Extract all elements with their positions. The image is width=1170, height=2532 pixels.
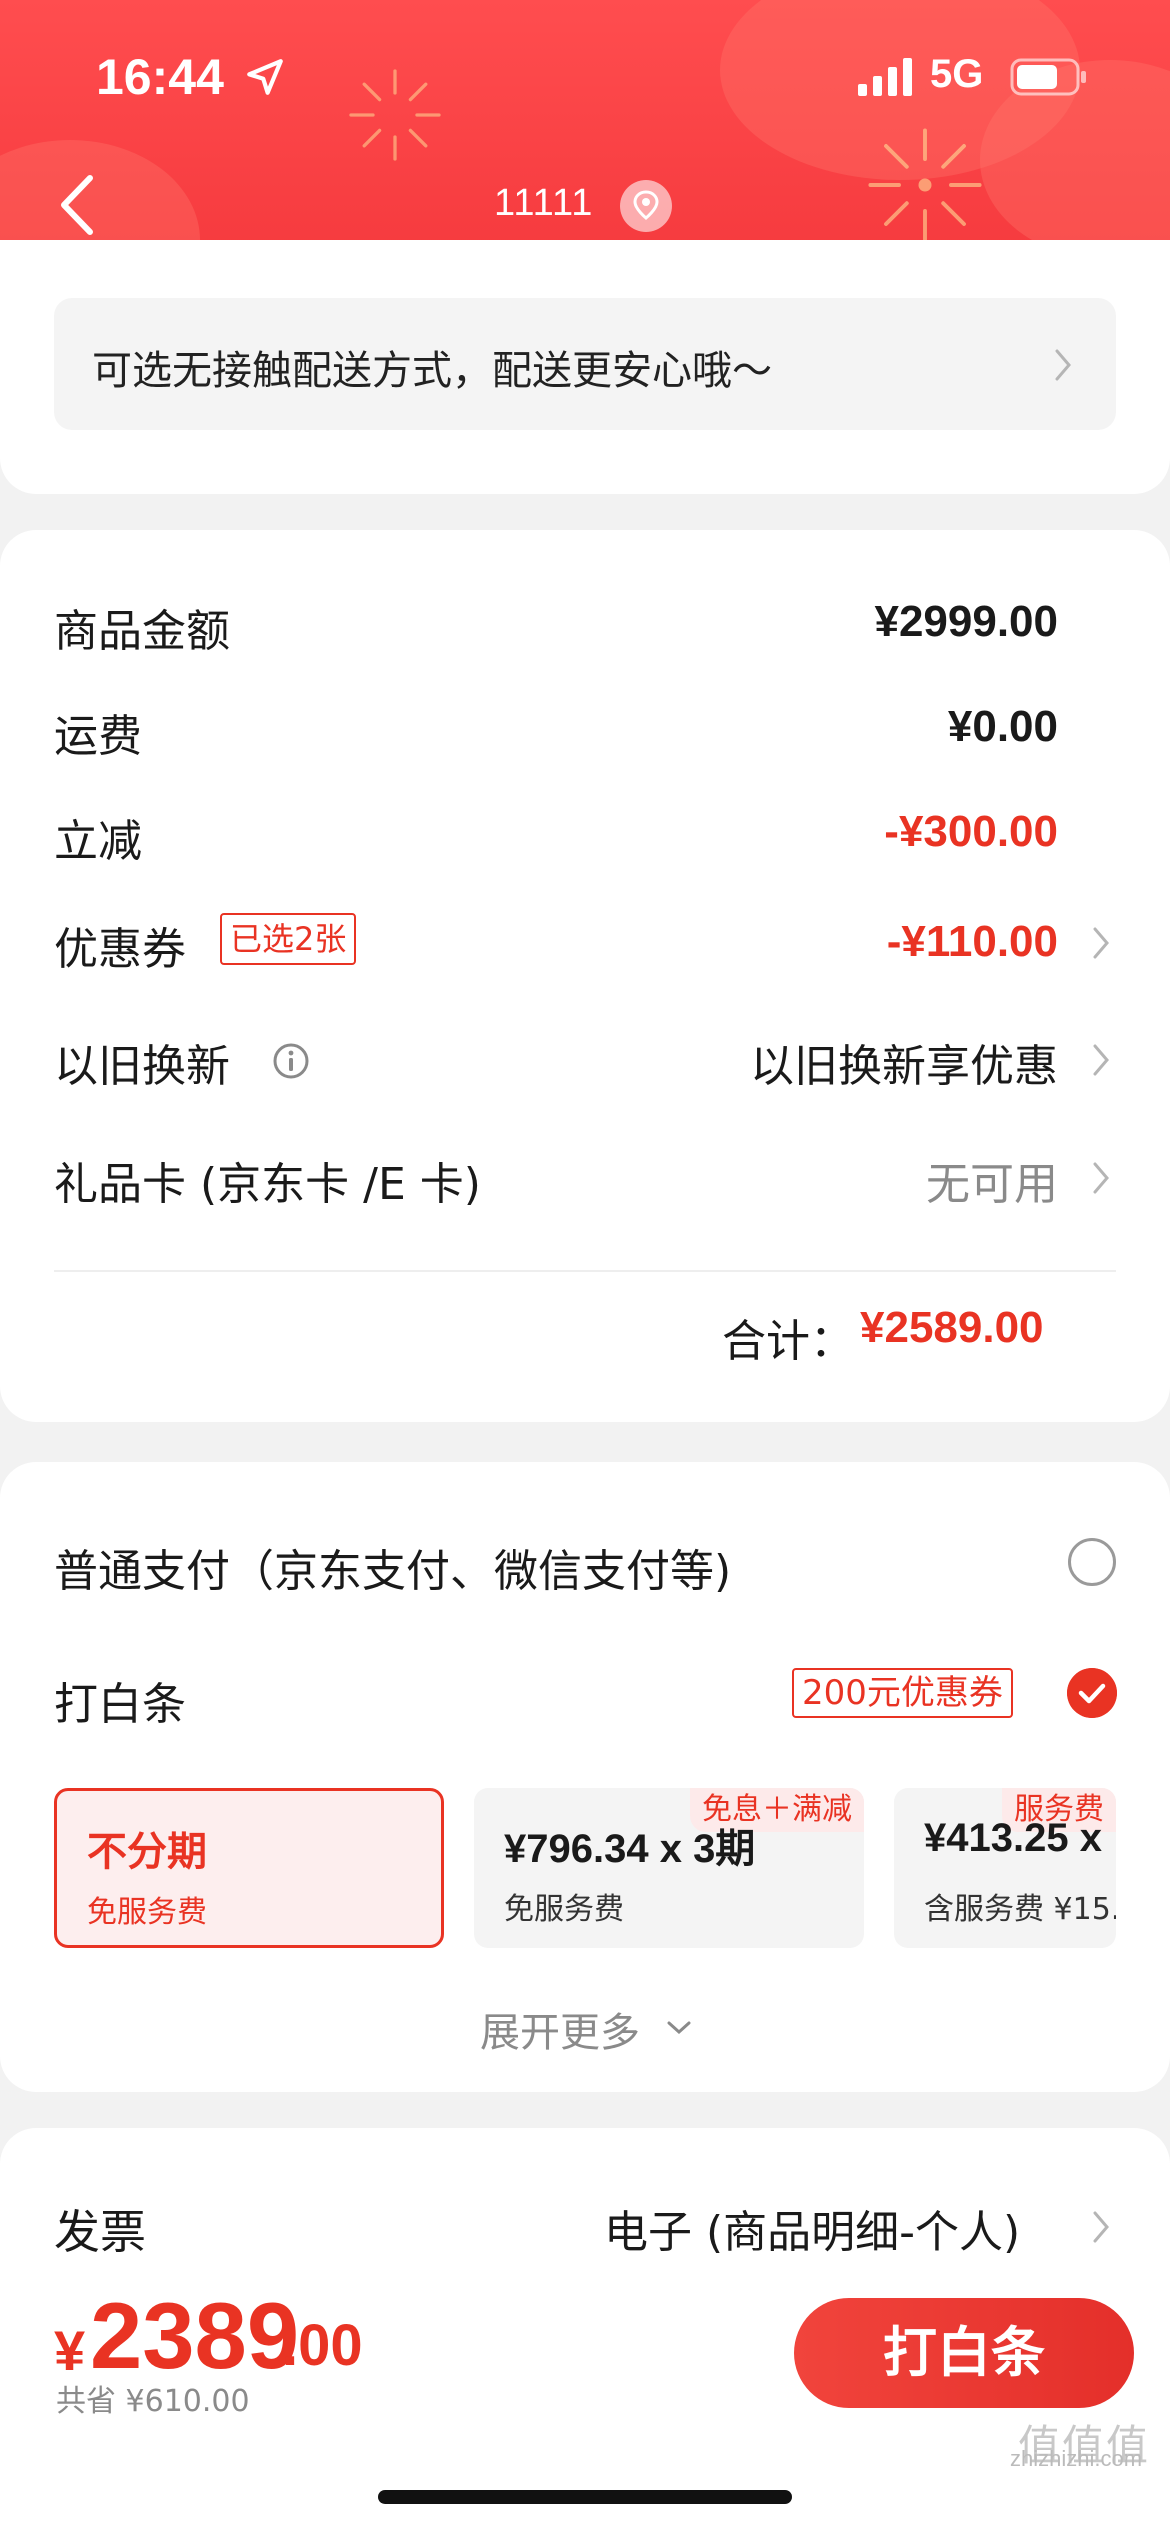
status-time: 16:44 <box>96 49 224 105</box>
gift-card-value[interactable]: 无可用 <box>926 1148 1058 1212</box>
plan-title: 不分期 <box>87 1830 207 1874</box>
baitiao-coupon-badge: 200元优惠券 <box>792 1668 1013 1718</box>
chevron-right-icon[interactable] <box>1092 1043 1110 1077</box>
normal-payment-label[interactable]: 普通支付（京东支付、微信支付等) <box>54 1535 731 1599</box>
watermark-text: zhizhizhi.com <box>1010 2446 1143 2471</box>
location-arrow-icon <box>247 59 283 95</box>
price-decimal: .00 <box>282 2313 363 2378</box>
coupon-selected-badge: 已选2张 <box>220 913 357 965</box>
plan-subtitle: 免服务费 <box>87 1895 207 1930</box>
divider <box>54 1270 1116 1272</box>
expand-more-button[interactable]: 展开更多 <box>480 2000 640 2058</box>
total-saved: 共省 ¥610.00 <box>56 2384 250 2419</box>
invoice-value[interactable]: 电子 (商品明细-个人) <box>604 2196 1020 2260</box>
goods-amount-label: 商品金额 <box>54 606 230 657</box>
shipping-value: ¥0.00 <box>947 702 1058 751</box>
header: 16:44 5G 11111 <box>0 0 1170 272</box>
info-icon[interactable] <box>272 1042 310 1080</box>
plan-title: ¥413.25 x <box>924 1816 1102 1860</box>
installment-plan-3[interactable]: 免息＋满减 ¥796.34 x 3期 免服务费 <box>474 1788 864 1948</box>
price-integer: 2389 <box>90 2283 300 2388</box>
discount-label: 立减 <box>54 816 142 867</box>
total-label: 合计： <box>722 1316 854 1367</box>
plan-title: ¥796.34 x 3期 <box>504 1827 756 1871</box>
network-type: 5G <box>930 52 984 96</box>
submit-baitiao-button[interactable]: 打白条 <box>794 2298 1134 2408</box>
price-currency: ¥ <box>54 2319 86 2382</box>
trade-in-label: 以旧换新 <box>54 1041 230 1092</box>
normal-payment-radio[interactable] <box>1068 1538 1116 1586</box>
page-title: 11111 <box>494 182 594 224</box>
installment-plan-more[interactable]: 服务费 ¥413.25 x 含服务费 ¥15.0 <box>894 1788 1116 1948</box>
contactless-delivery-notice[interactable]: 可选无接触配送方式，配送更安心哦～ <box>54 298 1116 430</box>
baitiao-checked-radio[interactable] <box>1067 1668 1117 1718</box>
firework-decoration <box>868 128 982 242</box>
chevron-down-icon[interactable] <box>666 2020 692 2036</box>
goods-amount-value: ¥2999.00 <box>874 597 1058 646</box>
back-arrow-icon[interactable] <box>56 172 100 238</box>
coupon-label: 优惠券 <box>54 924 186 975</box>
notice-text: 可选无接触配送方式，配送更安心哦～ <box>92 348 772 394</box>
plan-subtitle: 免服务费 <box>504 1892 624 1927</box>
firework-decoration <box>349 69 441 161</box>
gift-card-label: 礼品卡 (京东卡 /E 卡) <box>54 1159 481 1210</box>
installment-plan-none[interactable]: 不分期 免服务费 <box>54 1788 444 1948</box>
trade-in-value[interactable]: 以旧换新享优惠 <box>750 1030 1058 1094</box>
signal-icon <box>858 58 912 96</box>
chevron-right-icon[interactable] <box>1092 1161 1110 1195</box>
plan-subtitle: 含服务费 ¥15.0 <box>924 1892 1116 1927</box>
location-pin-icon[interactable] <box>620 180 672 232</box>
coupon-value[interactable]: -¥110.00 <box>887 917 1058 967</box>
discount-value: -¥300.00 <box>884 807 1058 856</box>
battery-icon <box>1010 58 1086 96</box>
invoice-label: 发票 <box>54 2205 146 2259</box>
chevron-right-icon[interactable] <box>1092 926 1110 960</box>
chevron-right-icon[interactable] <box>1092 2210 1110 2244</box>
chevron-right-icon <box>1055 349 1071 381</box>
home-indicator[interactable] <box>378 2490 792 2504</box>
shipping-label: 运费 <box>54 711 142 762</box>
total-value: ¥2589.00 <box>860 1303 1044 1352</box>
baitiao-label[interactable]: 打白条 <box>54 1668 186 1732</box>
